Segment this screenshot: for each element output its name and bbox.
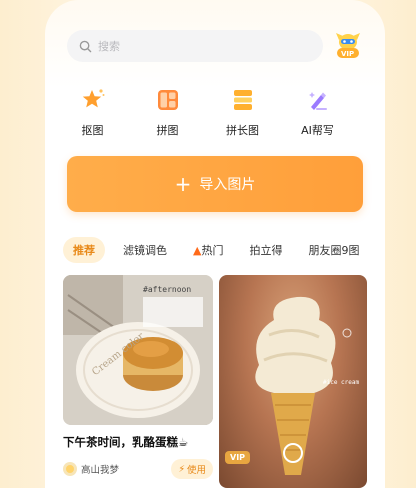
card-title: 下午茶时间，乳酪蛋糕☕	[63, 435, 189, 449]
use-label: 使用	[186, 465, 206, 476]
tool-cutout[interactable]: 抠图	[55, 86, 130, 138]
template-card[interactable]: #ice cream VIP	[219, 275, 367, 488]
template-card[interactable]: #afternoon Cream color 下午茶时间，乳酪蛋糕☕ 高山我梦 …	[63, 275, 213, 479]
photo-tag: #afternoon	[143, 285, 192, 294]
category-tabs: 推荐 滤镜调色 ▲热门 拍立得 朋友圈9图	[63, 237, 385, 263]
vip-mascot-button[interactable]: VIP	[330, 27, 366, 63]
long-image-icon	[229, 86, 257, 114]
tab-filters[interactable]: 滤镜调色	[123, 242, 167, 258]
tool-label: 抠图	[81, 124, 104, 137]
author-name: 高山我梦	[81, 465, 120, 476]
vip-badge: VIP	[225, 451, 251, 464]
lightning-icon: ⚡	[178, 463, 185, 475]
card-author[interactable]: 高山我梦	[63, 462, 119, 476]
import-image-button[interactable]: + 导入图片	[67, 156, 363, 212]
tab-recommended[interactable]: 推荐	[63, 237, 105, 263]
tool-label: 拼图	[156, 124, 179, 137]
tool-collage[interactable]: 拼图	[130, 86, 205, 138]
star-cutout-icon	[79, 86, 107, 114]
search-input[interactable]	[98, 39, 298, 53]
collage-icon	[154, 86, 182, 114]
tool-long-image[interactable]: 拼长图	[205, 86, 280, 138]
ai-pen-icon	[304, 86, 332, 114]
use-template-button[interactable]: ⚡ 使用	[171, 459, 213, 479]
tab-label: 热门	[201, 244, 224, 257]
tool-label: 拼长图	[226, 124, 259, 137]
avatar-icon	[66, 465, 74, 473]
plus-icon: +	[174, 172, 192, 196]
card-footer: 高山我梦 ⚡ 使用	[63, 459, 213, 479]
avatar	[63, 462, 77, 476]
search-icon	[79, 40, 92, 52]
template-thumbnail[interactable]: #afternoon Cream color	[63, 275, 213, 425]
phone-screen: VIP 抠图 拼图	[45, 0, 385, 488]
cheesecake-photo	[63, 275, 213, 425]
photo-tag: #ice cream	[323, 379, 360, 386]
vip-label: VIP	[341, 50, 355, 58]
tool-ai-write[interactable]: AI帮写	[280, 86, 355, 138]
search-bar[interactable]	[67, 30, 323, 62]
import-label: 导入图片	[199, 177, 256, 193]
tab-moments-9[interactable]: 朋友圈9图	[308, 242, 359, 258]
tab-hot[interactable]: ▲热门	[193, 242, 223, 258]
tool-row: 抠图 拼图 拼长图 AI帮写	[55, 86, 375, 138]
tab-polaroid[interactable]: 拍立得	[249, 242, 282, 258]
tool-label: AI帮写	[301, 124, 334, 137]
